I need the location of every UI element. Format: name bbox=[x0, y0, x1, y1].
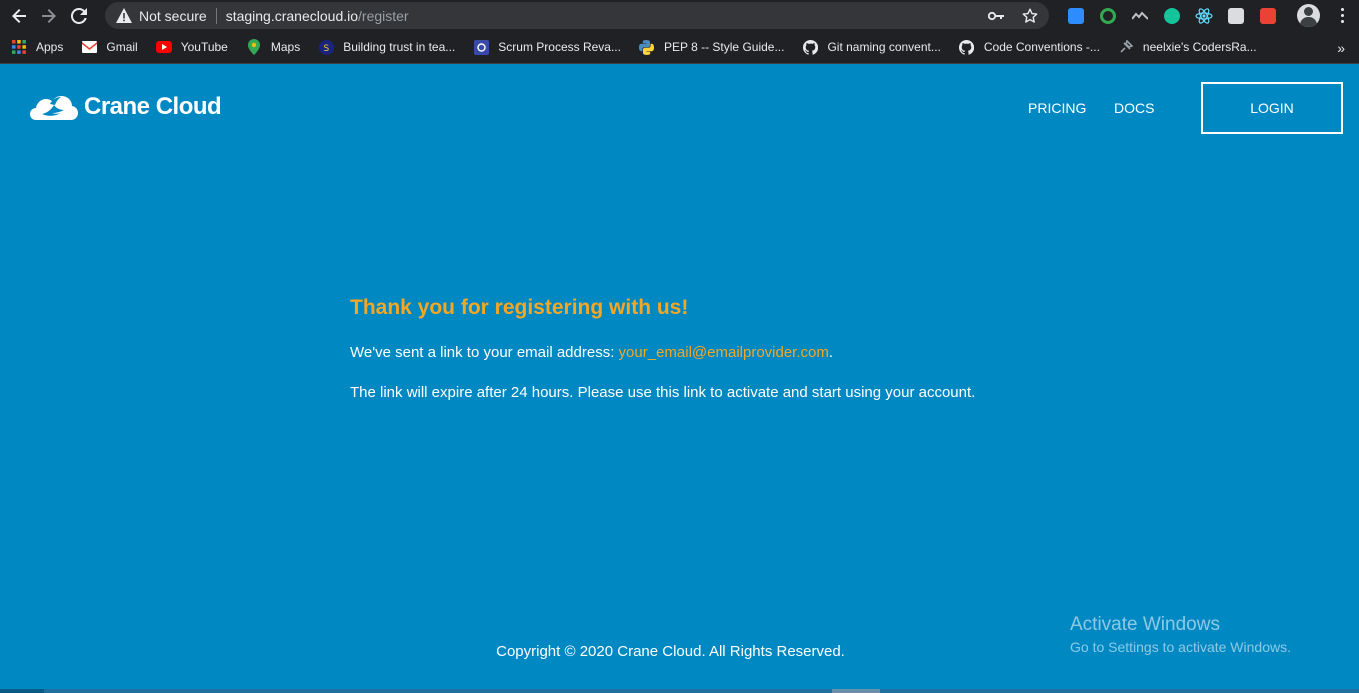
back-arrow-icon bbox=[12, 8, 26, 23]
back-button[interactable] bbox=[4, 0, 34, 31]
watermark-subtitle: Go to Settings to activate Windows. bbox=[1070, 639, 1291, 655]
copyright-text: Copyright © 2020 Crane Cloud. All Rights… bbox=[496, 643, 845, 660]
github-icon bbox=[959, 39, 975, 55]
bookmark-code-conventions[interactable]: Code Conventions -... bbox=[949, 31, 1108, 64]
bookmarks-bar: Apps Gmail YouTube Maps S Building trust… bbox=[0, 31, 1359, 64]
wave-extension-icon[interactable] bbox=[1124, 0, 1156, 31]
apps-grid-icon bbox=[11, 39, 27, 55]
scrum-icon bbox=[473, 39, 489, 55]
bookmark-star-icon[interactable] bbox=[1017, 3, 1043, 29]
brand-logo[interactable]: Crane Cloud bbox=[30, 90, 222, 124]
bookmark-building-trust[interactable]: S Building trust in tea... bbox=[308, 31, 463, 64]
more-bookmarks-button[interactable]: » bbox=[1337, 31, 1345, 64]
forward-arrow-icon bbox=[42, 8, 56, 23]
crane-cloud-logo-icon bbox=[30, 96, 78, 120]
login-button[interactable]: LOGIN bbox=[1201, 82, 1343, 134]
bookmark-maps[interactable]: Maps bbox=[236, 31, 308, 64]
bookmark-label: Git naming convent... bbox=[827, 40, 941, 54]
brand-name: Crane Cloud bbox=[84, 93, 222, 120]
warning-triangle-icon[interactable] bbox=[116, 8, 132, 24]
address-bar[interactable]: Not secure staging.cranecloud.io/registe… bbox=[105, 2, 1049, 29]
bookmark-label: Scrum Process Reva... bbox=[498, 40, 621, 54]
bookmark-label: YouTube bbox=[180, 40, 228, 54]
s-extension-icon[interactable] bbox=[1220, 0, 1252, 31]
bookmark-codersrank[interactable]: neelxie's CodersRa... bbox=[1108, 31, 1265, 64]
bookmark-label: Apps bbox=[36, 40, 64, 54]
profile-avatar[interactable] bbox=[1297, 4, 1320, 27]
url-text[interactable]: staging.cranecloud.io/register bbox=[226, 8, 409, 24]
bookmark-label: Maps bbox=[270, 40, 301, 54]
github-icon bbox=[802, 39, 818, 55]
grammarly-extension-icon[interactable] bbox=[1156, 0, 1188, 31]
extensions-area bbox=[1060, 0, 1284, 31]
bookmark-gmail[interactable]: Gmail bbox=[71, 31, 145, 64]
email-sent-suffix: . bbox=[828, 344, 834, 361]
registration-success-title: Thank you for registering with us! bbox=[350, 296, 689, 319]
bookmark-apps[interactable]: Apps bbox=[0, 31, 71, 64]
bookmark-pin-icon bbox=[1118, 39, 1134, 55]
email-sent-message: We've sent a link to your email address:… bbox=[350, 344, 833, 361]
user-email: your_email@emailprovider.com bbox=[618, 344, 829, 361]
bookmark-label: Code Conventions -... bbox=[983, 40, 1100, 54]
url-host: staging.cranecloud.io bbox=[225, 7, 359, 24]
reload-button[interactable] bbox=[64, 0, 94, 31]
gmail-icon bbox=[81, 39, 97, 55]
notification-extension-icon[interactable] bbox=[1252, 0, 1284, 31]
bookmark-label: Building trust in tea... bbox=[343, 40, 456, 54]
youtube-icon bbox=[155, 39, 172, 55]
bookmark-pep8[interactable]: PEP 8 -- Style Guide... bbox=[629, 31, 793, 64]
watermark-title: Activate Windows bbox=[1070, 614, 1220, 635]
bookmark-scrum[interactable]: Scrum Process Reva... bbox=[463, 31, 629, 64]
nav-docs-link[interactable]: DOCS bbox=[1114, 100, 1154, 116]
bookmark-label: Gmail bbox=[106, 40, 138, 54]
forward-button[interactable] bbox=[34, 0, 64, 31]
security-status-label[interactable]: Not secure bbox=[139, 8, 207, 24]
windows-activation-watermark: Activate Windows Go to Settings to activ… bbox=[1070, 614, 1291, 655]
zoom-extension-icon[interactable] bbox=[1060, 0, 1092, 31]
bookmark-git-naming[interactable]: Git naming convent... bbox=[792, 31, 948, 64]
bookmark-label: PEP 8 -- Style Guide... bbox=[663, 40, 785, 54]
reload-icon bbox=[71, 7, 87, 24]
page-content: Crane Cloud PRICING DOCS LOGIN Thank you… bbox=[0, 65, 1359, 693]
page-icon: S bbox=[318, 39, 334, 55]
maps-pin-icon bbox=[246, 39, 262, 55]
python-icon bbox=[639, 39, 655, 55]
link-expiry-message: The link will expire after 24 hours. Ple… bbox=[350, 384, 976, 401]
browser-menu-icon[interactable] bbox=[1333, 0, 1351, 31]
bookmark-youtube[interactable]: YouTube bbox=[146, 31, 236, 64]
nav-pricing-link[interactable]: PRICING bbox=[1028, 100, 1086, 116]
target-extension-icon[interactable] bbox=[1092, 0, 1124, 31]
browser-toolbar: Not secure staging.cranecloud.io/registe… bbox=[0, 0, 1359, 31]
address-divider bbox=[215, 7, 217, 24]
key-icon[interactable] bbox=[983, 3, 1009, 29]
react-devtools-extension-icon[interactable] bbox=[1188, 0, 1220, 31]
url-path: /register bbox=[358, 7, 409, 24]
svg-text:S: S bbox=[323, 44, 329, 54]
taskbar-edge bbox=[0, 689, 1359, 693]
bookmark-label: neelxie's CodersRa... bbox=[1142, 40, 1257, 54]
email-sent-prefix: We've sent a link to your email address: bbox=[350, 344, 619, 361]
